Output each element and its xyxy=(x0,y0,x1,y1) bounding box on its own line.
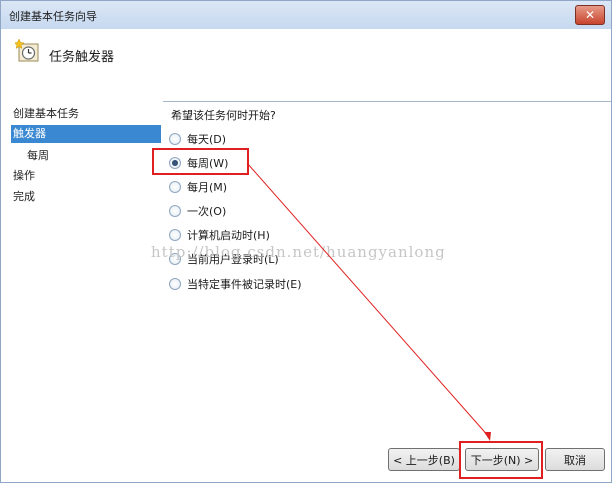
annotation-box-next xyxy=(459,441,543,479)
back-button[interactable]: < 上一步(B) xyxy=(388,448,460,471)
annotation-arrow xyxy=(246,162,491,441)
cancel-button[interactable]: 取消 xyxy=(545,448,605,471)
wizard-window: 创建基本任务向导 ✕ 任务触发器 创建基本任务 触发器 每周 操作 完成 希望该… xyxy=(0,0,612,483)
